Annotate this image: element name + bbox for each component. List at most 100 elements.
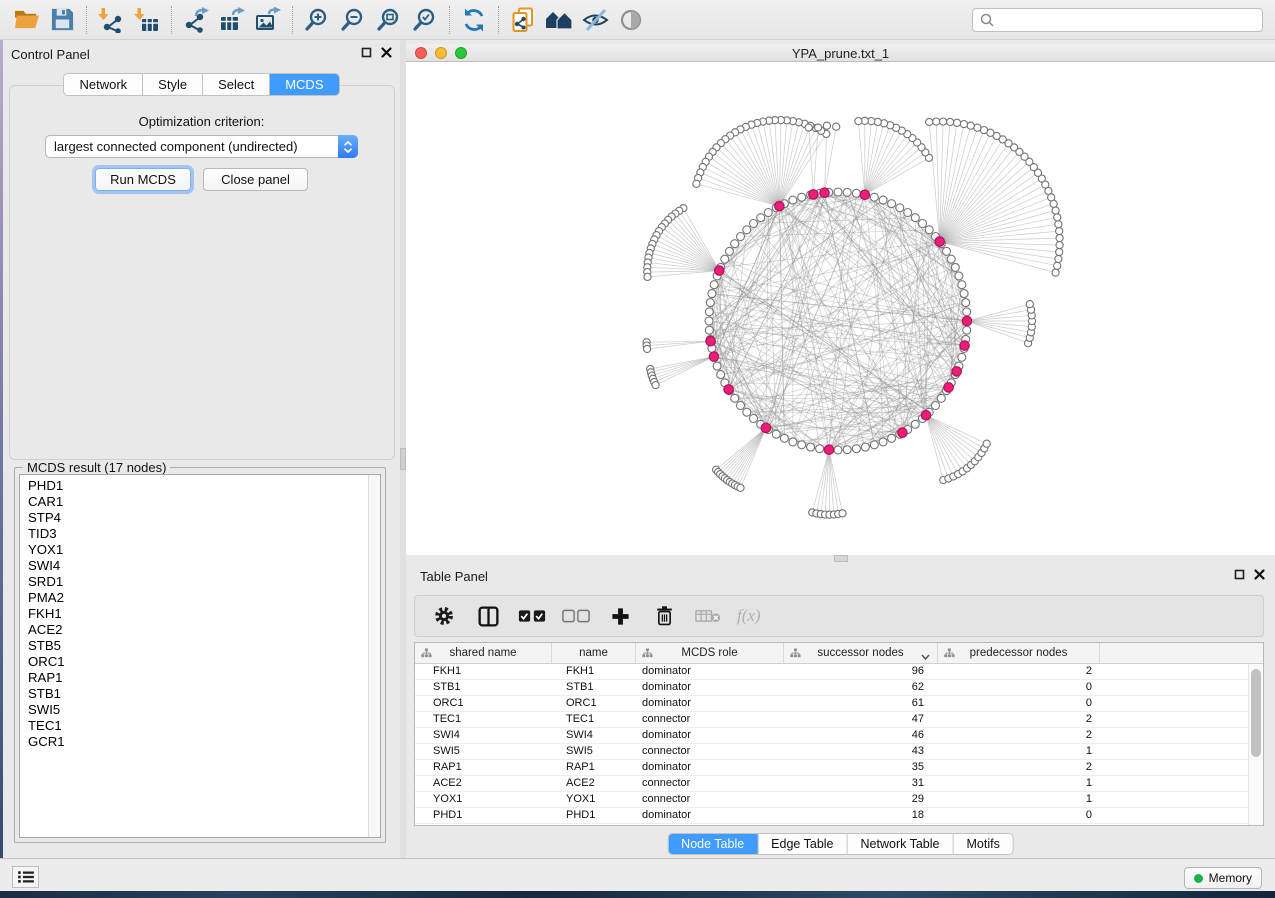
table-cell[interactable]: YOX1	[552, 792, 636, 807]
table-cell[interactable]: dominator	[636, 760, 784, 775]
column-header-successor-nodes[interactable]: successor nodes	[784, 643, 938, 663]
float-panel-icon[interactable]	[1234, 569, 1245, 580]
table-cell[interactable]: STB1	[415, 680, 552, 695]
table-row[interactable]: STB1STB1dominator620	[415, 680, 1263, 696]
table-cell[interactable]: 96	[784, 664, 938, 679]
table-cell[interactable]: 1	[938, 744, 1100, 759]
horizontal-splitter-handle[interactable]	[834, 555, 848, 562]
zoom-in-button[interactable]	[299, 4, 335, 36]
table-cell[interactable]: RAP1	[415, 760, 552, 775]
column-header-mcds-role[interactable]: MCDS role	[636, 643, 784, 663]
table-cell[interactable]: 2	[938, 712, 1100, 727]
table-cell[interactable]: connector	[636, 792, 784, 807]
search-input[interactable]	[995, 13, 1262, 27]
network-graph[interactable]	[406, 62, 1275, 555]
table-cell[interactable]: 1	[938, 776, 1100, 791]
table-cell[interactable]: 18	[784, 808, 938, 823]
table-cell[interactable]: connector	[636, 776, 784, 791]
show-all-button[interactable]	[613, 4, 649, 36]
mcds-result-item[interactable]: STB5	[20, 638, 380, 654]
column-header-predecessor-nodes[interactable]: predecessor nodes	[938, 643, 1100, 663]
mcds-result-item[interactable]: STP4	[20, 510, 380, 526]
mcds-result-item[interactable]: TID3	[20, 526, 380, 542]
table-tab-node-table[interactable]: Node Table	[668, 834, 758, 854]
table-cell[interactable]: dominator	[636, 664, 784, 679]
table-cell[interactable]: dominator	[636, 696, 784, 711]
table-cell[interactable]: STB1	[552, 680, 636, 695]
table-row[interactable]: RAP1RAP1dominator352	[415, 760, 1263, 776]
mcds-result-item[interactable]: PMA2	[20, 590, 380, 606]
mcds-result-list[interactable]: PHD1CAR1STP4TID3YOX1SWI4SRD1PMA2FKH1ACE2…	[19, 474, 381, 838]
table-cell[interactable]: dominator	[636, 680, 784, 695]
import-table-button[interactable]	[129, 4, 165, 36]
table-cell[interactable]: 1	[938, 792, 1100, 807]
table-cell[interactable]: SWI4	[552, 728, 636, 743]
close-panel-button[interactable]: Close panel	[203, 168, 308, 191]
export-image-button[interactable]	[250, 4, 286, 36]
mcds-result-item[interactable]: FKH1	[20, 606, 380, 622]
table-cell[interactable]: connector	[636, 712, 784, 727]
table-cell[interactable]: 43	[784, 744, 938, 759]
table-cell[interactable]: connector	[636, 744, 784, 759]
table-cell[interactable]: ORC1	[415, 696, 552, 711]
mcds-result-item[interactable]: ACE2	[20, 622, 380, 638]
table-cell[interactable]: TEC1	[415, 712, 552, 727]
mcds-result-item[interactable]: CAR1	[20, 494, 380, 510]
mcds-result-item[interactable]: SRD1	[20, 574, 380, 590]
table-scrollbar-thumb[interactable]	[1251, 669, 1261, 757]
table-row[interactable]: PHD1PHD1dominator180	[415, 808, 1263, 824]
mcds-result-item[interactable]: GCR1	[20, 734, 380, 750]
column-header-name[interactable]: name	[552, 643, 636, 663]
table-cell[interactable]: FKH1	[415, 664, 552, 679]
table-cell[interactable]: 2	[938, 664, 1100, 679]
clone-network-button[interactable]	[505, 4, 541, 36]
apply-layout-button[interactable]	[456, 4, 492, 36]
table-cell[interactable]: 2	[938, 760, 1100, 775]
export-network-button[interactable]	[178, 4, 214, 36]
delete-column-button[interactable]	[649, 601, 679, 631]
table-cell[interactable]: 0	[938, 680, 1100, 695]
mcds-result-item[interactable]: STB1	[20, 686, 380, 702]
export-table-button[interactable]	[214, 4, 250, 36]
table-cell[interactable]: PHD1	[415, 808, 552, 823]
close-panel-icon[interactable]	[381, 47, 392, 58]
table-cell[interactable]: dominator	[636, 728, 784, 743]
table-tab-network-table[interactable]: Network Table	[848, 834, 954, 854]
table-cell[interactable]: 0	[938, 808, 1100, 823]
network-window-titlebar[interactable]: YPA_prune.txt_1	[406, 44, 1275, 62]
table-cell[interactable]: 29	[784, 792, 938, 807]
table-row[interactable]: TEC1TEC1connector472	[415, 712, 1263, 728]
table-row[interactable]: SWI5SWI5connector431	[415, 744, 1263, 760]
tab-network[interactable]: Network	[64, 74, 143, 95]
table-row[interactable]: YOX1YOX1connector291	[415, 792, 1263, 808]
panel-menu-button[interactable]	[12, 866, 39, 888]
open-session-button[interactable]	[8, 4, 44, 36]
import-network-button[interactable]	[93, 4, 129, 36]
table-tab-motifs[interactable]: Motifs	[953, 834, 1012, 854]
table-cell[interactable]: 35	[784, 760, 938, 775]
tab-select[interactable]: Select	[203, 74, 270, 95]
network-canvas[interactable]	[406, 62, 1275, 555]
tab-mcds[interactable]: MCDS	[270, 74, 338, 95]
table-cell[interactable]: SWI5	[552, 744, 636, 759]
sort-desc-icon[interactable]	[921, 651, 930, 663]
zoom-selected-button[interactable]	[407, 4, 443, 36]
column-header-shared-name[interactable]: shared name	[415, 643, 552, 663]
select-all-columns-button[interactable]	[517, 601, 547, 631]
table-cell[interactable]: FKH1	[552, 664, 636, 679]
mcds-result-item[interactable]: TEC1	[20, 718, 380, 734]
table-cell[interactable]: dominator	[636, 808, 784, 823]
table-scrollbar[interactable]	[1248, 664, 1263, 825]
float-panel-icon[interactable]	[361, 47, 372, 58]
mcds-result-item[interactable]: PHD1	[20, 478, 380, 494]
table-row[interactable]: ORC1ORC1dominator610	[415, 696, 1263, 712]
table-cell[interactable]: 46	[784, 728, 938, 743]
table-row[interactable]: ACE2ACE2connector311	[415, 776, 1263, 792]
zoom-out-button[interactable]	[335, 4, 371, 36]
table-cell[interactable]: SWI5	[415, 744, 552, 759]
deselect-all-columns-button[interactable]	[561, 601, 591, 631]
run-mcds-button[interactable]: Run MCDS	[95, 168, 191, 191]
table-cell[interactable]: 2	[938, 728, 1100, 743]
table-options-button[interactable]	[429, 601, 459, 631]
tab-style[interactable]: Style	[143, 74, 203, 95]
